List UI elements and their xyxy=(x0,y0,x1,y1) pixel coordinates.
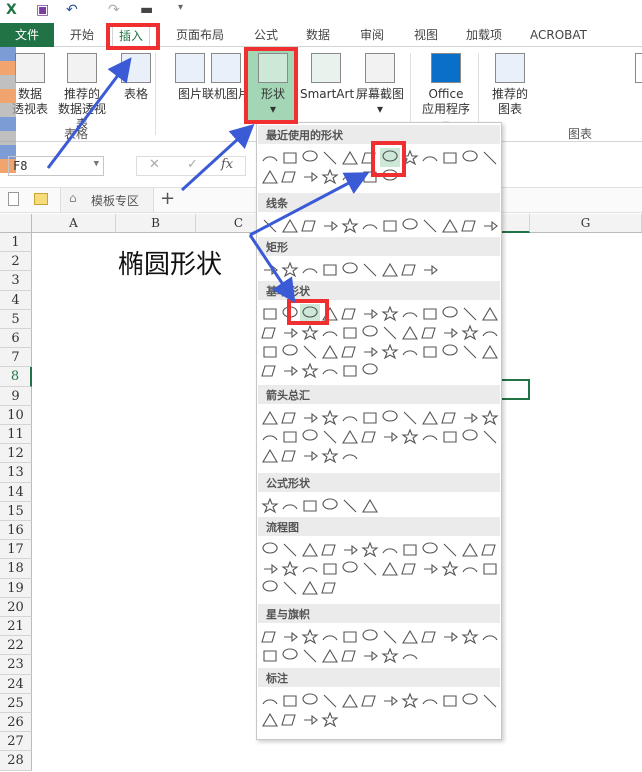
arrow-3 xyxy=(249,172,370,237)
annotation-arrows xyxy=(46,57,370,303)
arrow-2 xyxy=(180,123,255,192)
arrow-1 xyxy=(46,57,132,169)
arrow-4 xyxy=(248,234,296,303)
